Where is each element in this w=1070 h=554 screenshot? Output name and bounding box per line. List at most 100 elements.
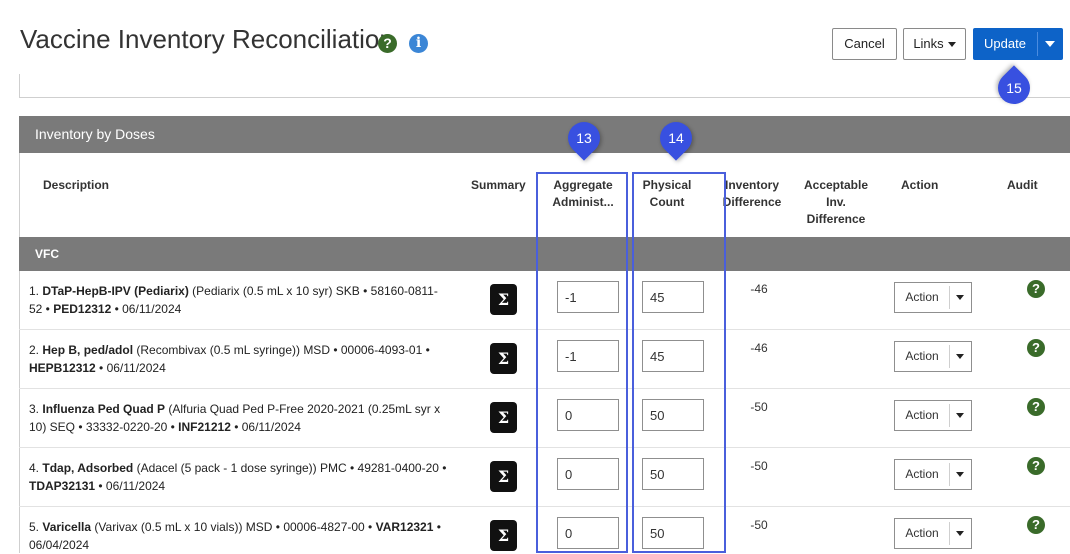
table-row: 2. Hep B, ped/adol (Recombivax (0.5 mL s… [19, 330, 1070, 389]
chevron-down-icon [956, 531, 964, 536]
vaccine-name: Varicella [42, 520, 92, 534]
divider [949, 522, 950, 545]
expiration-date: • 06/11/2024 [95, 361, 166, 375]
aggregate-administered-input[interactable] [557, 458, 619, 490]
page-title: Vaccine Inventory Reconciliation [20, 24, 394, 54]
links-dropdown-button[interactable]: Links [903, 28, 966, 60]
action-dropdown[interactable]: Action [894, 341, 972, 372]
cancel-button[interactable]: Cancel [832, 28, 897, 60]
top-panel [19, 74, 1070, 98]
row-description: 5. Varicella (Varivax (0.5 mL x 10 vials… [29, 518, 449, 554]
vaccine-details: (Adacel (5 pack - 1 dose syringe)) PMC •… [133, 461, 447, 475]
marker-label: 13 [576, 130, 592, 146]
row-index: 5. [29, 520, 40, 534]
action-dropdown[interactable]: Action [894, 459, 972, 490]
row-description: 1. DTaP-HepB-IPV (Pediarix) (Pediarix (0… [29, 282, 449, 318]
chevron-down-icon [956, 413, 964, 418]
action-label: Action [905, 408, 939, 422]
column-header-inventory-difference: Inventory Difference [722, 178, 782, 209]
row-index: 4. [29, 461, 40, 475]
summary-sigma-icon[interactable]: Σ [490, 461, 517, 492]
row-description: 3. Influenza Ped Quad P (Alfuria Quad Pe… [29, 400, 449, 436]
action-label: Action [905, 349, 939, 363]
divider [949, 286, 950, 309]
chevron-down-icon [956, 295, 964, 300]
vaccine-details: (Varivax (0.5 mL x 10 vials)) MSD • 0000… [91, 520, 376, 534]
lot-number: VAR12321 [375, 520, 434, 534]
divider [949, 463, 950, 486]
summary-sigma-icon[interactable]: Σ [490, 402, 517, 433]
lot-number: INF21212 [178, 420, 231, 434]
aggregate-administered-input[interactable] [557, 517, 619, 549]
cancel-label: Cancel [844, 36, 885, 51]
info-icon[interactable]: i [409, 34, 428, 53]
action-dropdown[interactable]: Action [894, 282, 972, 313]
summary-sigma-icon[interactable]: Σ [490, 520, 517, 551]
step-marker-14: 14 [653, 115, 699, 161]
vaccine-name: Tdap, Adsorbed [42, 461, 134, 475]
split-divider [1037, 32, 1038, 56]
inventory-difference: -50 [750, 459, 768, 473]
lot-number: PED12312 [53, 302, 112, 316]
action-label: Action [905, 526, 939, 540]
divider [949, 345, 950, 368]
physical-count-input[interactable] [642, 517, 704, 549]
action-label: Action [905, 290, 939, 304]
row-description: 4. Tdap, Adsorbed (Adacel (5 pack - 1 do… [29, 459, 449, 495]
links-label: Links [913, 36, 944, 51]
marker-label: 14 [668, 130, 684, 146]
expiration-date: • 06/11/2024 [230, 420, 301, 434]
table-row: 5. Varicella (Varivax (0.5 mL x 10 vials… [19, 507, 1070, 553]
audit-help-icon[interactable]: ? [1027, 398, 1045, 416]
expiration-date: • 06/11/2024 [95, 479, 166, 493]
audit-help-icon[interactable]: ? [1027, 457, 1045, 475]
aggregate-administered-input[interactable] [557, 399, 619, 431]
action-label: Action [905, 467, 939, 481]
group-header-vfc: VFC [19, 237, 1070, 271]
action-dropdown[interactable]: Action [894, 518, 972, 549]
inventory-difference: -46 [750, 282, 768, 296]
row-index: 2. [29, 343, 40, 357]
table-row: 1. DTaP-HepB-IPV (Pediarix) (Pediarix (0… [19, 271, 1070, 330]
physical-count-input[interactable] [642, 340, 704, 372]
lot-number: HEPB12312 [29, 361, 96, 375]
row-index: 1. [29, 284, 40, 298]
row-index: 3. [29, 402, 40, 416]
audit-help-icon[interactable]: ? [1027, 339, 1045, 357]
vaccine-details: (Recombivax (0.5 mL syringe)) MSD • 0000… [133, 343, 430, 357]
aggregate-administered-input[interactable] [557, 340, 619, 372]
summary-sigma-icon[interactable]: Σ [490, 343, 517, 374]
inventory-difference: -50 [750, 518, 768, 532]
column-header-action: Action [901, 178, 939, 192]
chevron-down-icon[interactable] [1045, 41, 1055, 47]
divider [949, 404, 950, 427]
physical-count-input[interactable] [642, 281, 704, 313]
physical-count-input[interactable] [642, 458, 704, 490]
vaccine-name: Influenza Ped Quad P [42, 402, 166, 416]
column-header-acceptable: Acceptable Inv. Difference [803, 178, 869, 226]
column-header-physical: Physical Count [642, 178, 692, 209]
update-button[interactable]: Update [973, 28, 1063, 60]
column-header-audit: Audit [1007, 178, 1038, 192]
audit-help-icon[interactable]: ? [1027, 280, 1045, 298]
step-marker-13: 13 [561, 115, 607, 161]
column-header-aggregate: Aggregate Administ... [552, 178, 614, 209]
update-label: Update [984, 36, 1026, 51]
summary-sigma-icon[interactable]: Σ [490, 284, 517, 315]
inventory-difference: -50 [750, 400, 768, 414]
chevron-down-icon [956, 354, 964, 359]
inventory-difference: -46 [750, 341, 768, 355]
table-row: 3. Influenza Ped Quad P (Alfuria Quad Pe… [19, 389, 1070, 448]
chevron-down-icon [956, 472, 964, 477]
row-description: 2. Hep B, ped/adol (Recombivax (0.5 mL s… [29, 341, 449, 377]
aggregate-administered-input[interactable] [557, 281, 619, 313]
column-header-summary: Summary [471, 178, 526, 192]
section-header: Inventory by Doses [19, 116, 1070, 153]
help-icon[interactable]: ? [378, 34, 397, 53]
step-marker-15: 15 [991, 65, 1037, 111]
table-row: 4. Tdap, Adsorbed (Adacel (5 pack - 1 do… [19, 448, 1070, 507]
audit-help-icon[interactable]: ? [1027, 516, 1045, 534]
action-dropdown[interactable]: Action [894, 400, 972, 431]
physical-count-input[interactable] [642, 399, 704, 431]
chevron-down-icon [947, 42, 956, 48]
